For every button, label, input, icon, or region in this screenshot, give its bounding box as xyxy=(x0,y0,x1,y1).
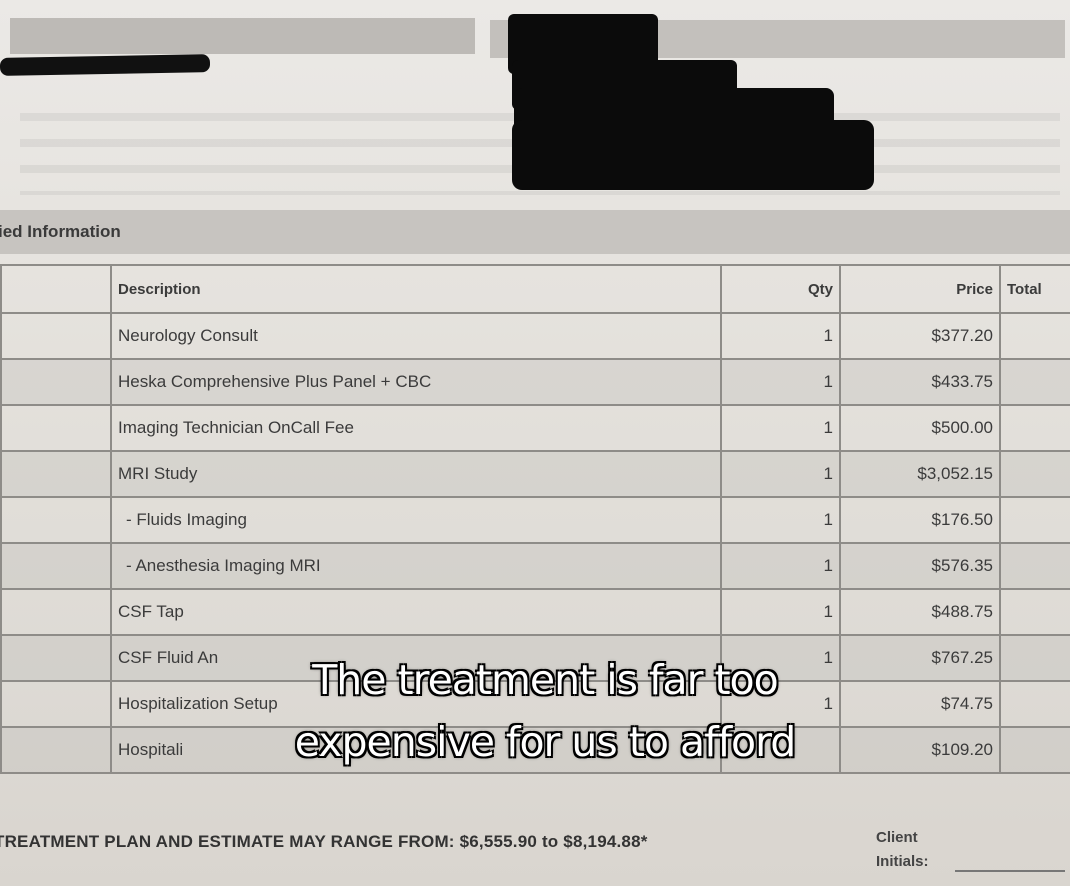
qty-header: Qty xyxy=(720,264,841,314)
table-row: - Anesthesia Imaging MRI 1 $576.35 xyxy=(0,542,1070,590)
row-total xyxy=(999,588,1070,636)
table-row: Heska Comprehensive Plus Panel + CBC 1 $… xyxy=(0,358,1070,406)
table-row: - Fluids Imaging 1 $176.50 xyxy=(0,496,1070,544)
row-description: Heska Comprehensive Plus Panel + CBC xyxy=(110,358,722,406)
table-row: Imaging Technician OnCall Fee 1 $500.00 xyxy=(0,404,1070,452)
row-blank-cell xyxy=(0,312,112,360)
blank-header-cell xyxy=(0,264,112,314)
row-total xyxy=(999,450,1070,498)
row-price: $488.75 xyxy=(839,588,1001,636)
row-price: $500.00 xyxy=(839,404,1001,452)
caption-line-1: The treatment is far too xyxy=(312,656,778,704)
row-qty: 1 xyxy=(720,588,841,636)
total-header: Total xyxy=(999,264,1070,314)
row-total xyxy=(999,404,1070,452)
row-total xyxy=(999,496,1070,544)
table-header-row: Description Qty Price Total xyxy=(0,264,1070,314)
client-initials-label: Client Initials: xyxy=(876,826,929,874)
row-description: Imaging Technician OnCall Fee xyxy=(110,404,722,452)
row-total xyxy=(999,542,1070,590)
row-price: $576.35 xyxy=(839,542,1001,590)
header-bar-left xyxy=(10,18,475,54)
redaction-mark xyxy=(512,120,874,190)
row-blank-cell xyxy=(0,358,112,406)
client-label: Client xyxy=(876,829,918,846)
row-qty: 1 xyxy=(720,404,841,452)
initials-label: Initials: xyxy=(876,853,929,870)
row-blank-cell xyxy=(0,404,112,452)
row-description: CSF Tap xyxy=(110,588,722,636)
table-row: MRI Study 1 $3,052.15 xyxy=(0,450,1070,498)
row-blank-cell xyxy=(0,450,112,498)
price-header: Price xyxy=(839,264,1001,314)
description-header: Description xyxy=(110,264,722,314)
row-qty: 1 xyxy=(720,450,841,498)
row-price: $3,052.15 xyxy=(839,450,1001,498)
table-row: CSF Tap 1 $488.75 xyxy=(0,588,1070,636)
row-total xyxy=(999,312,1070,360)
initials-signature-line xyxy=(955,870,1065,872)
row-price: $377.20 xyxy=(839,312,1001,360)
row-price: $176.50 xyxy=(839,496,1001,544)
row-total xyxy=(999,358,1070,406)
row-price: $433.75 xyxy=(839,358,1001,406)
row-qty: 1 xyxy=(720,496,841,544)
table-row: Neurology Consult 1 $377.20 xyxy=(0,312,1070,360)
row-blank-cell xyxy=(0,542,112,590)
section-title: ied Information xyxy=(0,222,121,241)
estimate-range-text: TREATMENT PLAN AND ESTIMATE MAY RANGE FR… xyxy=(0,832,648,851)
row-description: MRI Study xyxy=(110,450,722,498)
row-description: Neurology Consult xyxy=(110,312,722,360)
section-header-bar xyxy=(0,210,1070,254)
redaction-scribble xyxy=(0,54,211,76)
row-blank-cell xyxy=(0,496,112,544)
caption-line-2: expensive for us to afford xyxy=(294,718,797,766)
row-qty: 1 xyxy=(720,358,841,406)
row-qty: 1 xyxy=(720,542,841,590)
row-qty: 1 xyxy=(720,312,841,360)
row-description: - Anesthesia Imaging MRI xyxy=(110,542,722,590)
row-description: - Fluids Imaging xyxy=(110,496,722,544)
row-blank-cell xyxy=(0,588,112,636)
